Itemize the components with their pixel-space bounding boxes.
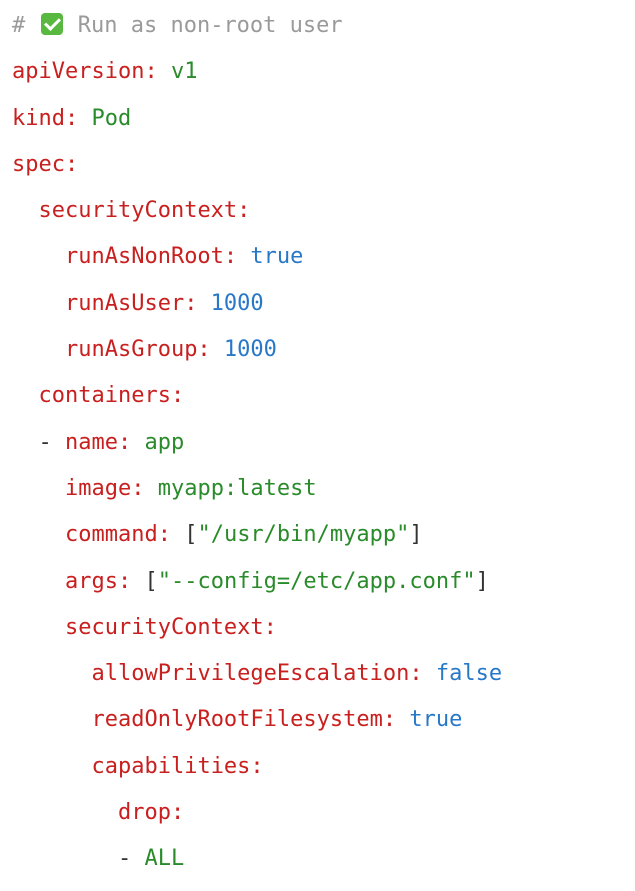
code-token-literal: false	[422, 661, 503, 687]
code-token-key: runAsGroup:	[64, 337, 211, 363]
code-token-key: spec:	[12, 151, 79, 177]
check-mark-button-icon	[40, 13, 63, 35]
code-line: - ALL	[12, 836, 635, 882]
code-token-punct: -	[38, 429, 65, 455]
code-line: capabilities:	[12, 744, 635, 790]
code-line: runAsUser: 1000	[12, 281, 635, 327]
code-line: command: ["/usr/bin/myapp"]	[12, 512, 635, 558]
code-token-string: v1	[157, 59, 198, 85]
code-token-key: args:	[64, 568, 132, 594]
code-token-key: command:	[64, 522, 171, 548]
code-line: kind: Pod	[12, 96, 635, 142]
code-token-key: securityContext:	[38, 198, 251, 224]
code-token-key: runAsNonRoot:	[64, 244, 238, 270]
code-token-literal: 1000	[210, 337, 277, 363]
code-line: securityContext:	[12, 188, 635, 234]
code-token-key: readOnlyRootFilesystem:	[91, 707, 397, 733]
code-token-key: kind:	[12, 105, 79, 131]
code-token-key: containers:	[38, 383, 185, 409]
code-token-punct: [	[170, 522, 198, 548]
code-token-punct: [	[131, 568, 158, 594]
code-line: - name: app	[12, 420, 635, 466]
yaml-code-block: # Run as non-root user apiVersion: v1 kind…	[0, 0, 635, 891]
code-token-key: name:	[65, 429, 132, 455]
code-line: # Run as non-root user	[12, 3, 635, 49]
code-line: image: myapp:latest	[12, 466, 635, 512]
code-token-punct: -	[117, 846, 145, 872]
code-line: args: ["--config=/etc/app.conf"]	[12, 559, 635, 605]
code-line: spec:	[12, 142, 635, 188]
code-line: securityContext:	[12, 605, 635, 651]
code-line: runAsGroup: 1000	[12, 327, 635, 373]
code-token-key: drop:	[117, 800, 185, 826]
code-token-key: allowPrivilegeEscalation:	[91, 661, 423, 687]
code-token-comment: Run as non-root user	[64, 13, 343, 38]
code-token-punct: ]	[475, 568, 489, 594]
code-token-comment: #	[12, 13, 39, 38]
code-line: drop:	[12, 790, 635, 836]
code-token-literal: true	[237, 244, 304, 270]
code-line: readOnlyRootFilesystem: true	[12, 697, 635, 743]
code-line: runAsNonRoot: true	[12, 234, 635, 280]
code-token-string: app	[131, 429, 185, 455]
code-token-punct: ]	[409, 522, 423, 548]
code-token-literal: 1000	[197, 290, 264, 316]
code-token-string: ALL	[144, 846, 185, 872]
code-token-literal: true	[396, 707, 463, 733]
code-token-key: apiVersion:	[12, 59, 158, 85]
code-token-key: securityContext:	[64, 614, 277, 640]
code-line: apiVersion: v1	[12, 49, 635, 95]
code-token-key: capabilities:	[91, 753, 264, 779]
code-token-string: Pod	[78, 105, 132, 131]
code-token-key: image:	[64, 475, 145, 501]
code-line: containers:	[12, 373, 635, 419]
code-line: allowPrivilegeEscalation: false	[12, 651, 635, 697]
code-token-key: runAsUser:	[64, 290, 198, 316]
code-token-string: myapp:latest	[144, 475, 317, 501]
code-token-string: "--config=/etc/app.conf"	[157, 568, 476, 594]
code-token-string: "/usr/bin/myapp"	[197, 522, 410, 548]
